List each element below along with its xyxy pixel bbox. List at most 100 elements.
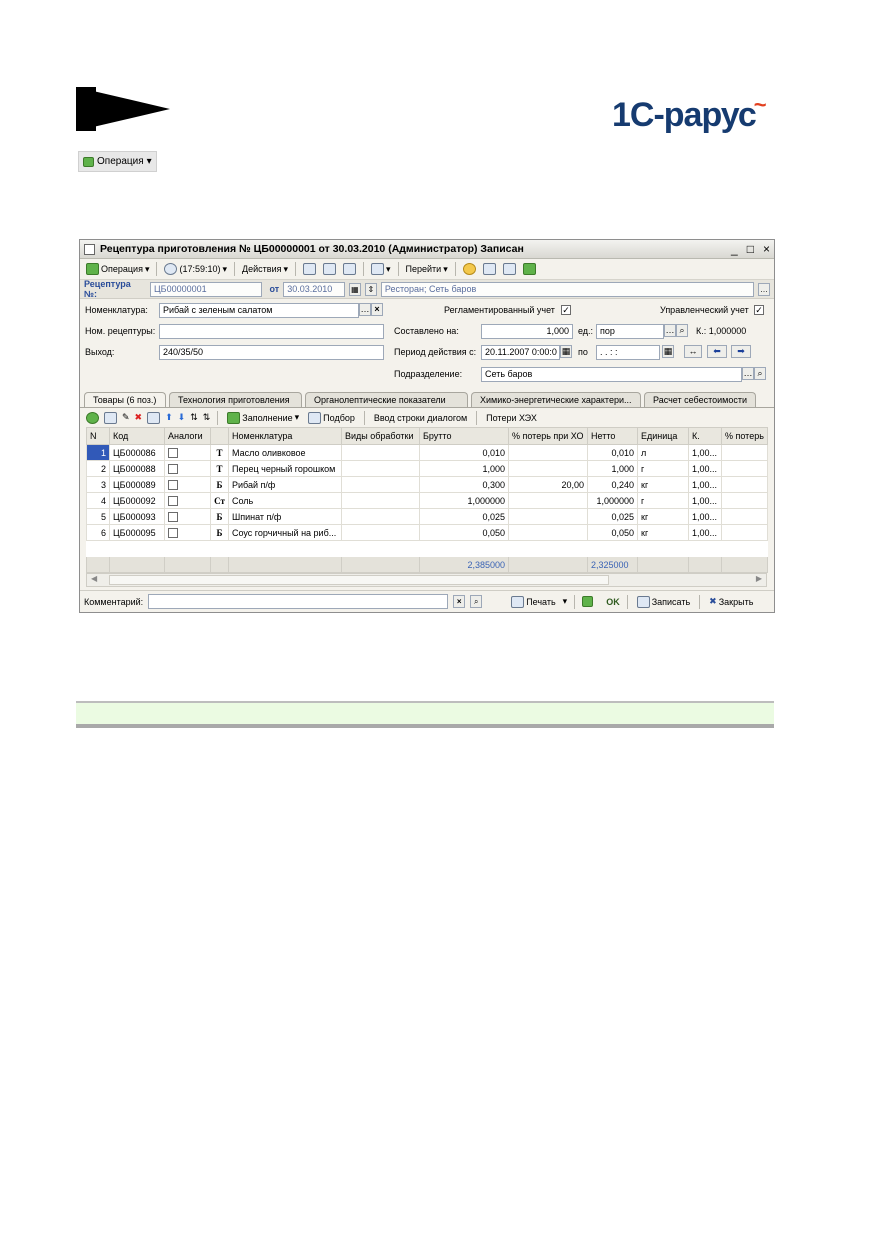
loss-cell[interactable] bbox=[508, 508, 588, 525]
column-header[interactable]: Аналоги bbox=[164, 427, 211, 445]
operation-menu[interactable]: Операция ▾ bbox=[84, 262, 151, 276]
horizontal-scrollbar[interactable]: ◀ ▶ bbox=[86, 573, 767, 587]
tab-technology[interactable]: Технология приготовления bbox=[169, 392, 302, 407]
analogs-cell[interactable] bbox=[164, 492, 211, 509]
add-icon[interactable] bbox=[86, 411, 99, 424]
code-cell[interactable]: ЦБ000093 bbox=[109, 508, 165, 525]
table-row[interactable]: 5 ЦБ000093 Б Шпинат п/ф 0,025 0,025 кг 1… bbox=[86, 508, 768, 525]
column-header[interactable]: Номенклатура bbox=[228, 427, 342, 445]
analogs-checkbox[interactable] bbox=[168, 447, 178, 458]
nomenclature-cell[interactable]: Масло оливковое bbox=[228, 444, 342, 461]
delete-icon[interactable]: ✖ bbox=[135, 412, 143, 423]
net-cell[interactable]: 1,000 bbox=[587, 460, 638, 477]
processing-cell[interactable] bbox=[341, 460, 420, 477]
unit-cell[interactable]: г bbox=[637, 492, 689, 509]
calendar-icon[interactable]: ▦ bbox=[662, 345, 674, 358]
goto-menu[interactable]: Перейти ▾ bbox=[404, 263, 450, 276]
nomenclature-cell[interactable]: Соль bbox=[228, 492, 342, 509]
net-cell[interactable]: 1,000000 bbox=[587, 492, 638, 509]
close-form-button[interactable]: ✖ Закрыть bbox=[707, 595, 755, 608]
net-cell[interactable]: 0,050 bbox=[587, 524, 638, 541]
column-header[interactable]: N bbox=[86, 427, 110, 445]
clear-button[interactable]: × bbox=[371, 303, 383, 316]
analogs-checkbox[interactable] bbox=[168, 495, 178, 506]
fill-menu[interactable]: Заполнение ▾ bbox=[225, 411, 301, 425]
loss2-cell[interactable] bbox=[721, 492, 768, 509]
sort-desc-icon[interactable]: ⇅ bbox=[203, 412, 211, 423]
report-button[interactable] bbox=[521, 262, 538, 276]
gross-cell[interactable]: 1,000 bbox=[419, 460, 509, 477]
scroll-left-icon[interactable]: ◀ bbox=[91, 574, 97, 583]
print-dropdown-icon[interactable]: ▾ bbox=[563, 596, 568, 607]
pick-button[interactable]: Подбор bbox=[306, 411, 357, 425]
edit-icon[interactable]: ✎ bbox=[122, 412, 130, 423]
tab-chemical[interactable]: Химико-энергетические характери... bbox=[471, 392, 641, 407]
post-close-icon[interactable] bbox=[582, 596, 594, 607]
period-from-field[interactable]: 20.11.2007 0:00:0 bbox=[481, 345, 560, 360]
move-up-icon[interactable]: ⬆ bbox=[165, 412, 173, 423]
select-button[interactable]: … bbox=[758, 282, 771, 296]
unit-field[interactable]: пор bbox=[596, 324, 664, 339]
column-header[interactable]: Нетто bbox=[587, 427, 638, 445]
nomenclature-cell[interactable]: Соус горчичный на риб... bbox=[228, 524, 342, 541]
minimize-button[interactable]: _ bbox=[731, 242, 738, 256]
tab-organoleptic[interactable]: Органолептические показатели bbox=[305, 392, 468, 407]
end-edit-icon[interactable] bbox=[147, 411, 161, 424]
gross-cell[interactable]: 0,050 bbox=[419, 524, 509, 541]
gross-cell[interactable]: 0,025 bbox=[419, 508, 509, 525]
unit-cell[interactable]: кг bbox=[637, 508, 689, 525]
processing-cell[interactable] bbox=[341, 476, 420, 493]
loss2-cell[interactable] bbox=[721, 524, 768, 541]
net-cell[interactable]: 0,010 bbox=[587, 444, 638, 461]
tab-cost-calculation[interactable]: Расчет себестоимости bbox=[644, 392, 756, 407]
loss2-cell[interactable] bbox=[721, 476, 768, 493]
code-cell[interactable]: ЦБ000092 bbox=[109, 492, 165, 509]
code-cell[interactable]: ЦБ000089 bbox=[109, 476, 165, 493]
analogs-cell[interactable] bbox=[164, 524, 211, 541]
code-cell[interactable]: ЦБ000088 bbox=[109, 460, 165, 477]
gross-cell[interactable]: 0,300 bbox=[419, 476, 509, 493]
table-row[interactable]: 4 ЦБ000092 Ст Соль 1,000000 1,000000 г 1… bbox=[86, 492, 768, 509]
search-icon[interactable]: ⌕ bbox=[754, 367, 766, 380]
arrow-right-icon[interactable]: ➡ bbox=[731, 345, 751, 358]
analogs-checkbox[interactable] bbox=[168, 511, 178, 522]
table-row[interactable]: 3 ЦБ000089 Б Рибай п/ф 0,300 20,00 0,240… bbox=[86, 476, 768, 493]
management-accounting-checkbox[interactable]: ✓ bbox=[754, 305, 764, 315]
regulated-accounting-checkbox[interactable]: ✓ bbox=[561, 305, 571, 315]
analogs-cell[interactable] bbox=[164, 444, 211, 461]
processing-cell[interactable] bbox=[341, 444, 420, 461]
structure-button[interactable] bbox=[481, 262, 498, 276]
gross-cell[interactable]: 1,000000 bbox=[419, 492, 509, 509]
loss-cell[interactable] bbox=[508, 492, 588, 509]
period-range-button[interactable]: ↔ bbox=[684, 345, 702, 358]
calendar-icon[interactable]: ▦ bbox=[560, 345, 572, 358]
output-field[interactable]: 240/35/50 bbox=[159, 345, 384, 360]
column-header[interactable]: Виды обработки bbox=[341, 427, 420, 445]
coef-cell[interactable]: 1,00... bbox=[688, 460, 722, 477]
processing-cell[interactable] bbox=[341, 492, 420, 509]
search-icon[interactable]: ⌕ bbox=[676, 324, 688, 337]
select-button[interactable]: … bbox=[359, 303, 371, 316]
dialog-entry-button[interactable]: Ввод строки диалогом bbox=[372, 412, 469, 424]
movements-button[interactable] bbox=[501, 262, 518, 276]
tab-goods[interactable]: Товары (6 поз.) bbox=[84, 392, 166, 407]
copy-row-icon[interactable] bbox=[104, 411, 117, 424]
unit-cell[interactable]: л bbox=[637, 444, 689, 461]
table-row[interactable]: 2 ЦБ000088 Т Перец черный горошком 1,000… bbox=[86, 460, 768, 477]
copy-button[interactable] bbox=[341, 262, 358, 276]
nomenclature-cell[interactable]: Перец черный горошком bbox=[228, 460, 342, 477]
doc-number-field[interactable]: ЦБ00000001 bbox=[150, 281, 262, 297]
losses-button[interactable]: Потери ХЭХ bbox=[484, 412, 539, 424]
loss2-cell[interactable] bbox=[721, 508, 768, 525]
column-header[interactable]: % потерь при ХО bbox=[508, 427, 588, 445]
loss-cell[interactable]: 20,00 bbox=[508, 476, 588, 493]
gross-cell[interactable]: 0,010 bbox=[419, 444, 509, 461]
date-spinner[interactable]: ⇕ bbox=[364, 282, 377, 296]
post-button[interactable] bbox=[301, 262, 318, 276]
print-button[interactable]: Печать bbox=[509, 595, 557, 609]
comment-field[interactable] bbox=[148, 594, 449, 609]
unit-cell[interactable]: г bbox=[637, 460, 689, 477]
unit-cell[interactable]: кг bbox=[637, 524, 689, 541]
recipe-number-field[interactable] bbox=[159, 324, 384, 339]
operation-button[interactable]: Операция ▾ bbox=[78, 151, 157, 172]
